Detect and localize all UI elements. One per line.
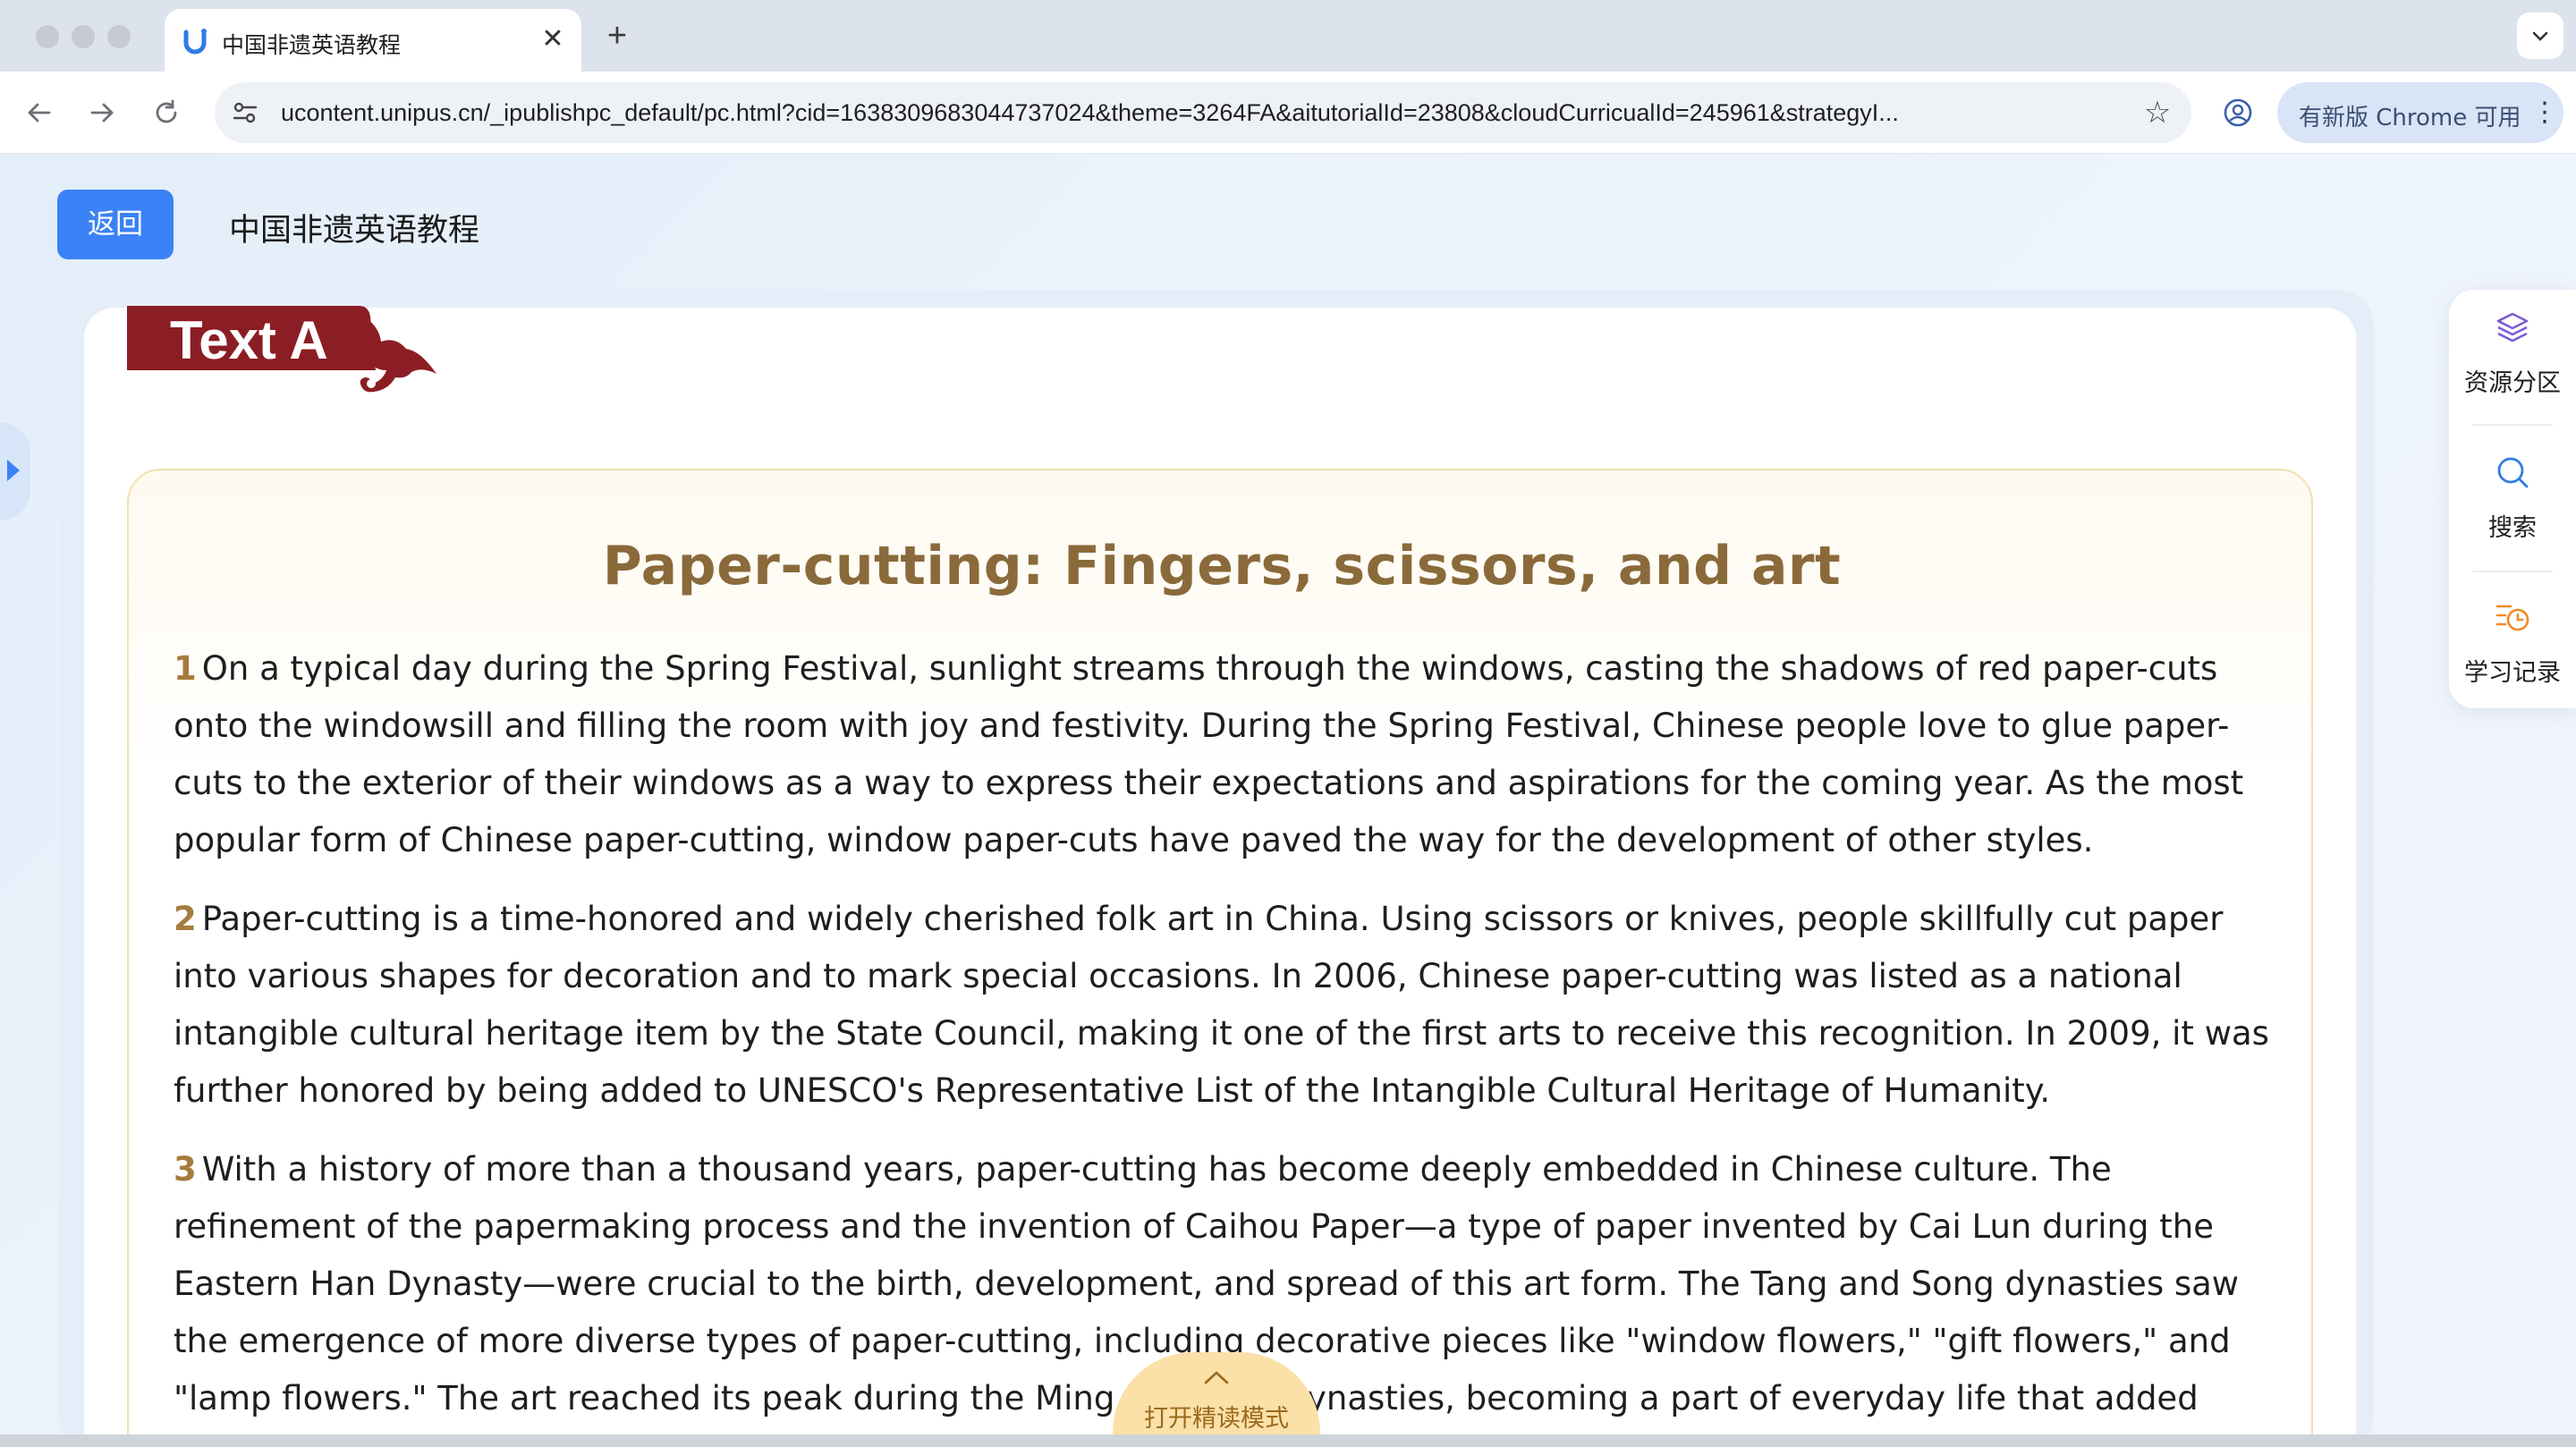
- new-tab-button[interactable]: +: [597, 16, 637, 55]
- window-bottom-edge: [0, 1434, 2576, 1447]
- divider: [2472, 424, 2553, 426]
- paragraph-number: 1: [174, 649, 197, 688]
- resources-button[interactable]: 资源分区: [2449, 290, 2576, 424]
- back-arrow-icon[interactable]: [18, 91, 61, 134]
- bookmark-star-icon[interactable]: ☆: [2136, 91, 2179, 134]
- paragraph-text: On a typical day during the Spring Festi…: [174, 649, 2244, 859]
- back-button[interactable]: 返回: [57, 190, 174, 259]
- tab-close-icon[interactable]: ✕: [535, 21, 571, 57]
- search-button[interactable]: 搜索: [2449, 435, 2576, 569]
- page-content: 返回 中国非遗英语教程 Text A Paper-cutting: Finger…: [0, 154, 2576, 1447]
- course-title: 中国非遗英语教程: [229, 213, 480, 249]
- kebab-menu-icon[interactable]: ⋮: [2531, 97, 2558, 129]
- tab-search-button[interactable]: [2517, 13, 2563, 59]
- profile-avatar-icon[interactable]: [2216, 91, 2259, 134]
- chrome-update-button[interactable]: 有新版 Chrome 可用 ⋮: [2277, 82, 2563, 143]
- paragraph-number: 3: [174, 1150, 197, 1189]
- article-title: Paper-cutting: Fingers, scissors, and ar…: [602, 535, 1842, 597]
- forward-arrow-icon[interactable]: [80, 91, 123, 134]
- paragraph-text: Paper-cutting is a time-honored and wide…: [174, 900, 2269, 1110]
- unipus-favicon-icon: [183, 29, 207, 55]
- right-toolbar: 资源分区 搜索 学习记录: [2449, 290, 2576, 708]
- address-bar[interactable]: ucontent.unipus.cn/_ipublishpc_default/p…: [215, 82, 2191, 143]
- section-banner: Text A: [127, 306, 449, 395]
- paragraph[interactable]: 2 Paper-cutting is a time-honored and wid…: [174, 891, 2270, 1120]
- update-label: 有新版 Chrome 可用: [2299, 105, 2521, 131]
- article-panel: Paper-cutting: Fingers, scissors, and ar…: [127, 469, 2313, 1447]
- chevron-up-icon: [1204, 1371, 1229, 1384]
- sidebar-expand-handle[interactable]: [0, 422, 30, 520]
- window-minimize-dot[interactable]: [72, 25, 95, 48]
- layers-icon: [2496, 312, 2529, 343]
- site-settings-icon[interactable]: [231, 98, 259, 127]
- url-text[interactable]: ucontent.unipus.cn/_ipublishpc_default/p…: [281, 99, 2114, 127]
- divider: [2472, 571, 2553, 572]
- paragraph-number: 2: [174, 900, 197, 938]
- resources-label: 资源分区: [2464, 369, 2561, 397]
- search-label: 搜索: [2488, 514, 2537, 542]
- study-records-button[interactable]: 学习记录: [2449, 580, 2576, 714]
- study-records-label: 学习记录: [2464, 659, 2561, 687]
- tab-title: 中国非遗英语教程: [222, 32, 402, 58]
- chevron-down-icon: [2532, 31, 2548, 41]
- browser-tab-bar: 中国非遗英语教程 ✕ +: [0, 0, 2576, 72]
- history-clock-icon: [2496, 605, 2529, 631]
- read-mode-label: 打开精读模式: [1144, 1405, 1289, 1433]
- caret-right-icon: [7, 460, 20, 481]
- reload-icon[interactable]: [145, 91, 188, 134]
- browser-tab[interactable]: 中国非遗英语教程 ✕: [165, 9, 581, 72]
- window-close-dot[interactable]: [36, 25, 59, 48]
- browser-toolbar: ucontent.unipus.cn/_ipublishpc_default/p…: [0, 72, 2576, 154]
- section-label: Text A: [170, 310, 328, 370]
- window-zoom-dot[interactable]: [107, 25, 131, 48]
- paragraph[interactable]: 1 On a typical day during the Spring Fest…: [174, 640, 2270, 869]
- search-icon: [2497, 457, 2529, 488]
